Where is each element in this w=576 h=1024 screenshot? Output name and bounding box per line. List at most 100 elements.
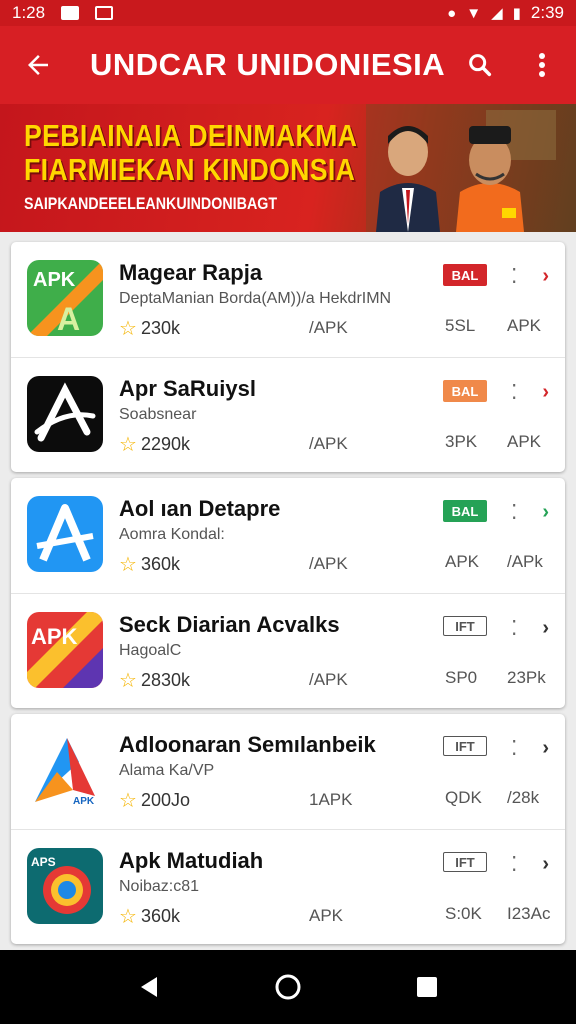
home-circle-icon [275, 974, 301, 1000]
app-developer: DeptaManian Borda(AM))/a HekdrIMN [119, 290, 392, 307]
app-list-item[interactable]: APK Seck Diarian Acvalks HagoalC ☆ 2830k … [11, 593, 565, 708]
app-size: SP0 [445, 668, 478, 687]
status-badge: IFT [443, 852, 487, 872]
row-menu-button[interactable]: ⁚ › [511, 378, 549, 406]
app-format: APK [507, 316, 542, 335]
star-icon: ☆ [119, 670, 137, 692]
app-developer: Alama Ka/VP [119, 762, 215, 779]
app-name: Magear Rapja [119, 260, 263, 285]
system-navigation-bar [0, 950, 576, 1024]
row-menu-button[interactable]: ⁚ › [511, 614, 549, 642]
app-size: S:0K [445, 904, 482, 923]
apk-red-icon: APK [27, 612, 103, 688]
status-badge: BAL [443, 500, 487, 522]
apk-swirl-icon: APS [27, 848, 103, 924]
back-triangle-icon [141, 977, 158, 997]
more-dots-icon: ⁚ [511, 737, 517, 760]
app-list-item[interactable]: Apr SaRuiysl Soabsnear ☆ 2290k /APK 3PK A… [11, 357, 565, 472]
banner-tagline: SAIPKANDEEELEANKUINDONIBAGT [24, 194, 278, 213]
nav-back-button[interactable] [119, 957, 179, 1017]
wifi-icon: ▼ [466, 4, 482, 22]
app-developer: HagoalC [119, 642, 182, 659]
rating-value: 360k [140, 906, 180, 926]
app-format: 23Pk [507, 668, 546, 687]
star-icon: ☆ [119, 434, 137, 456]
banner-headline-1: PEBIAINAIA DEINMAKMA [24, 118, 358, 153]
battery-percent: 2:39 [530, 3, 564, 22]
app-type: /APK [309, 670, 348, 689]
svg-text:APK: APK [31, 624, 78, 649]
app-name: Adloonaran Semılanbeik [119, 732, 376, 757]
app-type: /APK [309, 554, 348, 573]
chevron-right-icon: › [542, 736, 549, 759]
status-time: 1:28 [12, 3, 46, 22]
app-rating: ☆ 200Jo [119, 788, 190, 813]
app-bar: UNDCAR UNIDONIESIA [0, 26, 576, 104]
search-button[interactable] [460, 41, 500, 89]
app-developer: Aomra Kondal: [119, 526, 225, 543]
arrow-back-icon [28, 55, 48, 75]
search-icon [469, 54, 492, 77]
row-menu-button[interactable]: ⁚ › [511, 498, 549, 526]
back-button[interactable] [14, 41, 62, 89]
chevron-right-icon: › [542, 264, 549, 287]
location-icon: ● [447, 4, 457, 22]
recents-square-icon [416, 977, 437, 997]
more-dots-icon: ⁚ [511, 853, 517, 876]
nav-home-button[interactable] [258, 957, 318, 1017]
app-type: APK [309, 906, 344, 925]
svg-text:A: A [57, 301, 80, 336]
app-list-item[interactable]: APK A Magear Rapja DeptaManian Borda(AM))… [11, 242, 565, 357]
more-dots-icon: ⁚ [511, 381, 517, 404]
app-card: Aol ıan Detapre Aomra Kondal: ☆ 360k /APK… [11, 478, 565, 708]
chevron-right-icon: › [542, 500, 549, 523]
app-size: 5SL [445, 316, 476, 335]
app-rating: ☆ 230k [119, 316, 180, 341]
app-rating: ☆ 2830k [119, 668, 190, 693]
app-list-item[interactable]: APS Apk Matudiah Noibaz:c81 ☆ 360k APK S:… [11, 829, 565, 944]
app-rating: ☆ 360k [119, 904, 180, 929]
svg-text:APK: APK [73, 796, 95, 807]
app-list-item[interactable]: APK Adloonaran Semılanbeik Alama Ka/VP ☆… [11, 714, 565, 829]
app-type: 1APK [309, 790, 353, 809]
app-type: /APK [309, 318, 348, 337]
nav-recents-button[interactable] [397, 957, 457, 1017]
row-menu-button[interactable]: ⁚ › [511, 734, 549, 762]
chevron-right-icon: › [542, 380, 549, 403]
overflow-menu-button[interactable] [522, 41, 562, 89]
more-dots-icon: ⁚ [511, 501, 517, 524]
gmail-notification-icon [61, 6, 80, 20]
a-black-icon [27, 376, 103, 452]
app-card: APK A Magear Rapja DeptaManian Borda(AM))… [11, 242, 565, 472]
status-bar: 1:28 ● ▼ ◢ ▮ 2:39 [0, 0, 576, 26]
star-icon: ☆ [119, 790, 137, 812]
app-name: Apk Matudiah [119, 848, 264, 873]
rating-value: 230k [140, 318, 180, 338]
page-title: UNDCAR UNIDONIESIA [90, 47, 446, 82]
promo-banner[interactable]: PEBIAINAIA DEINMAKMA FIARMIEKAN KINDONSI… [0, 104, 576, 232]
rating-value: 2290k [140, 434, 190, 454]
app-name: Apr SaRuiysl [119, 376, 256, 401]
status-badge: IFT [443, 616, 487, 636]
notification-icon [95, 6, 114, 20]
app-size: 3PK [445, 432, 478, 451]
banner-headline-2: FIARMIEKAN KINDONSIA [24, 152, 356, 187]
app-type: /APK [309, 434, 348, 453]
rating-value: 200Jo [140, 790, 190, 810]
more-dots-icon: ⁚ [511, 617, 517, 640]
row-menu-button[interactable]: ⁚ › [511, 850, 549, 878]
star-icon: ☆ [119, 554, 137, 576]
app-developer: Soabsnear [119, 406, 197, 423]
star-icon: ☆ [119, 318, 137, 340]
a-blue-icon [27, 496, 103, 572]
status-badge: BAL [443, 380, 487, 402]
star-icon: ☆ [119, 906, 137, 928]
app-format: APK [507, 432, 542, 451]
app-rating: ☆ 2290k [119, 432, 190, 457]
app-format: /APk [507, 552, 543, 571]
battery-icon: ▮ [512, 4, 521, 22]
app-list-item[interactable]: Aol ıan Detapre Aomra Kondal: ☆ 360k /APK… [11, 478, 565, 593]
status-badge: IFT [443, 736, 487, 756]
app-name: Aol ıan Detapre [119, 496, 281, 521]
row-menu-button[interactable]: ⁚ › [511, 262, 549, 290]
